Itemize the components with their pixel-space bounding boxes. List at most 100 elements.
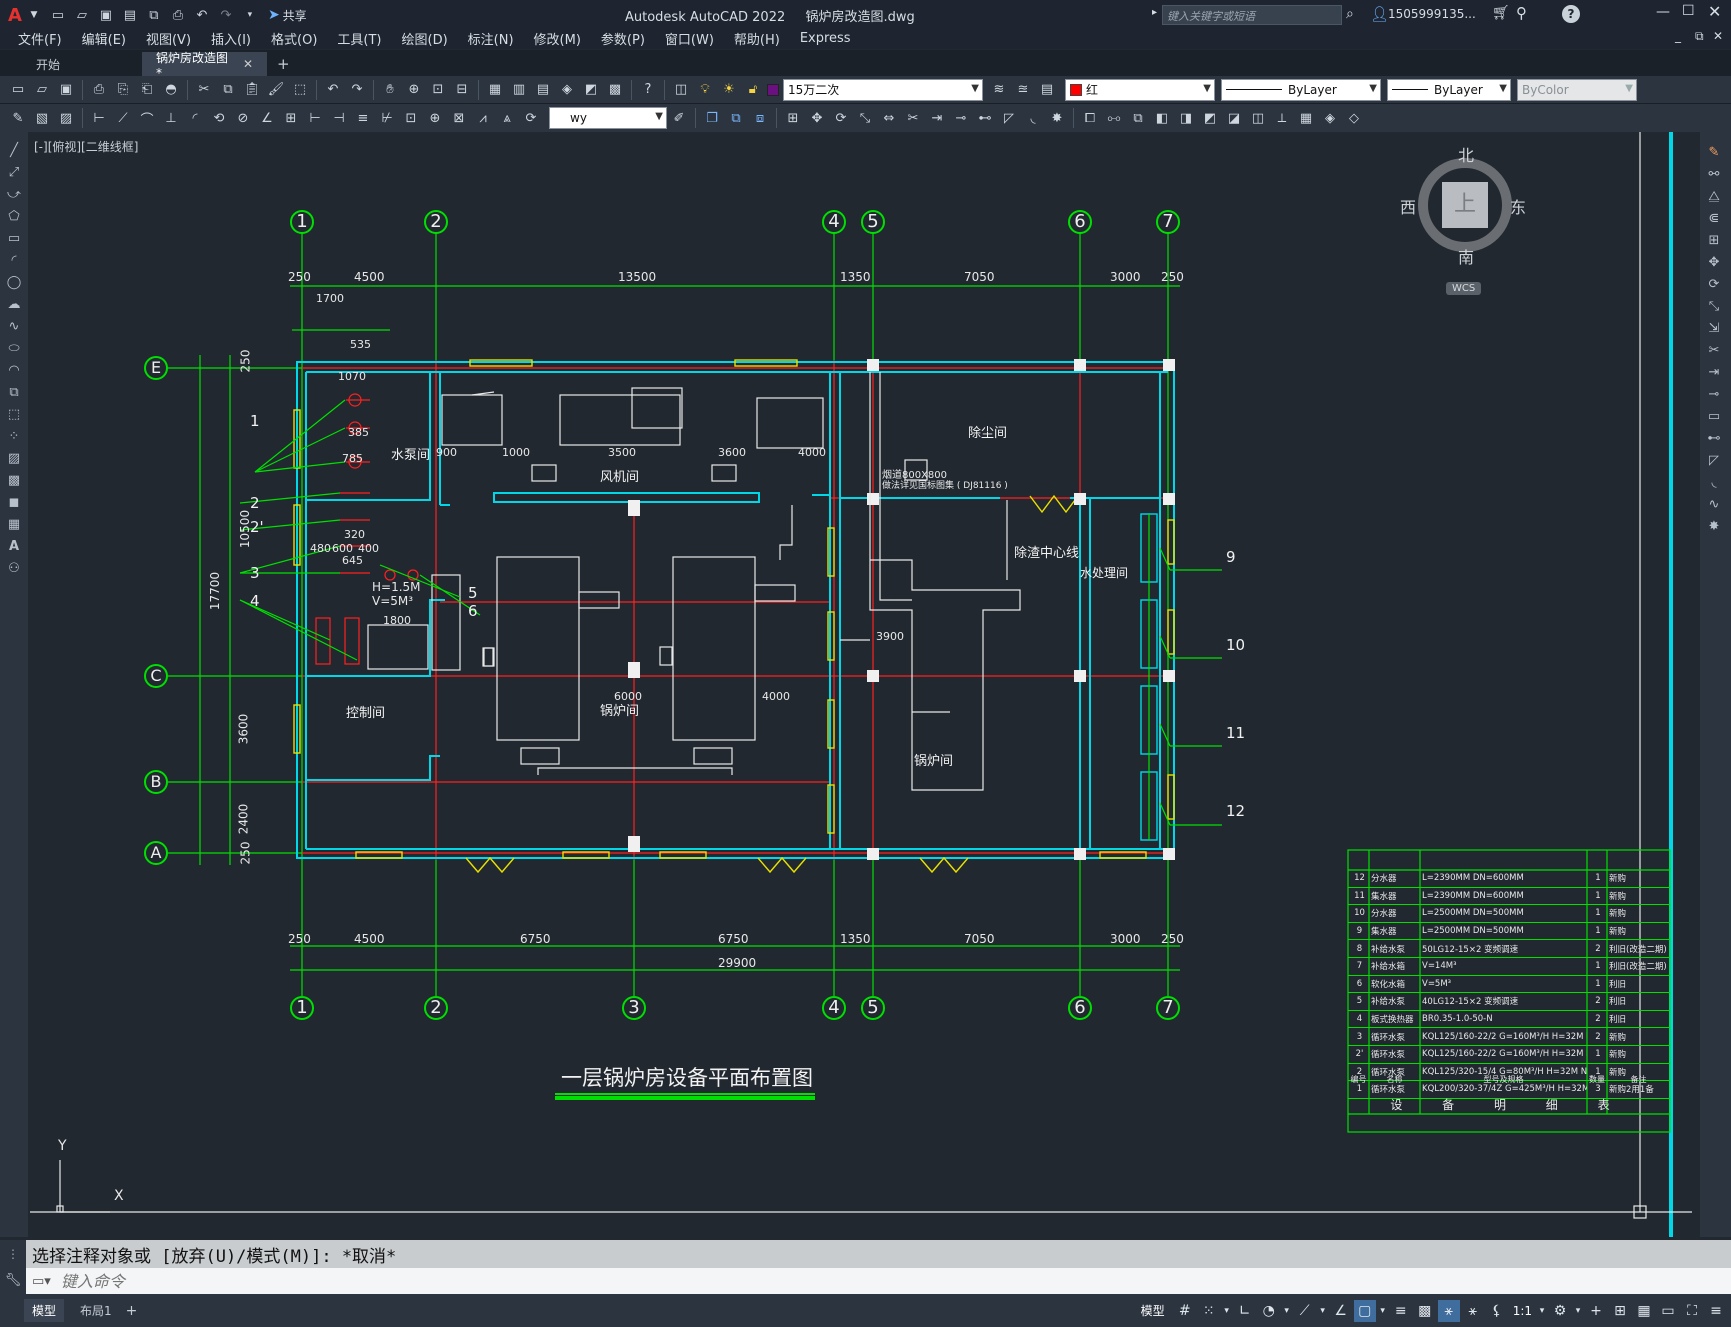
layout-tab-layout1[interactable]: 布局1 <box>72 1299 120 1322</box>
chamfer-tool-icon[interactable]: ◸ <box>1700 450 1728 470</box>
draw-order-icon[interactable]: ⧉ <box>1128 108 1148 128</box>
text-style-manager-icon[interactable]: ✐ <box>669 108 689 128</box>
dim-space-icon[interactable]: ≡ <box>353 108 373 128</box>
edit-attr-icon[interactable]: ▧ <box>32 108 52 128</box>
3d-print-icon[interactable]: ◓ <box>161 80 181 100</box>
color-dropdown[interactable]: 红 ▼ <box>1065 78 1215 101</box>
close-button[interactable]: ✕ <box>1708 2 1721 21</box>
join-tool-icon[interactable]: ⊷ <box>1700 428 1728 448</box>
menu-draw[interactable]: 绘图(D) <box>392 29 458 48</box>
list-icon[interactable]: ▦ <box>1296 108 1316 128</box>
point-icon[interactable]: ⁘ <box>0 426 28 446</box>
transparency-icon[interactable]: ▩ <box>1414 1300 1436 1322</box>
make-current-icon[interactable]: ≋ <box>989 80 1009 100</box>
offset-tool-icon[interactable]: ⋐ <box>1700 208 1728 228</box>
dim-diameter-icon[interactable]: ⊘ <box>233 108 253 128</box>
match-prop-icon[interactable]: 🖌︎ <box>266 80 286 100</box>
share-button[interactable]: ➤ 共享 <box>268 7 307 24</box>
rotate-icon[interactable]: ⟳ <box>831 108 851 128</box>
unisolate-icon[interactable]: ◫ <box>1248 108 1268 128</box>
array-icon[interactable]: ⊞ <box>783 108 803 128</box>
ellipse-arc-icon[interactable]: ◠ <box>0 360 28 380</box>
autocad-logo-icon[interactable]: A <box>8 5 22 26</box>
viewcube-top-face[interactable]: 上 <box>1442 182 1488 228</box>
paste-icon[interactable]: 📋︎ <box>242 80 262 100</box>
menu-insert[interactable]: 插入(I) <box>201 29 261 48</box>
cart-icon[interactable]: 🛒︎ <box>1492 5 1510 21</box>
menu-tools[interactable]: 工具(T) <box>327 29 391 48</box>
menu-parametric[interactable]: 参数(P) <box>591 29 655 48</box>
tab-start[interactable]: 开始 <box>22 52 142 76</box>
markup-icon[interactable]: ◩ <box>581 80 601 100</box>
publish-icon[interactable]: ⎗ <box>137 80 157 100</box>
layer-previous-icon[interactable]: ≊ <box>1013 80 1033 100</box>
search-box[interactable]: 键入关键字或短语 <box>1162 5 1342 25</box>
pan-icon[interactable]: ✋︎ <box>380 80 400 100</box>
qat-dropdown-icon[interactable]: ▾ <box>240 5 260 25</box>
search-icon[interactable]: ⌕ <box>1346 6 1354 22</box>
save-icon[interactable]: ▣ <box>96 5 116 25</box>
fillet-tool-icon[interactable]: ◟ <box>1700 472 1728 492</box>
plot-icon[interactable]: ⎙ <box>89 80 109 100</box>
region-icon[interactable]: ◼ <box>0 492 28 512</box>
user-name[interactable]: 1505999135... <box>1388 7 1476 21</box>
properties-icon[interactable]: ▦ <box>485 80 505 100</box>
tolerance-icon[interactable]: ⊡ <box>401 108 421 128</box>
scale-icon[interactable]: ⤡ <box>855 108 875 128</box>
redo-icon[interactable]: ↷ <box>216 5 236 25</box>
help-button[interactable]: ? <box>1562 5 1580 23</box>
copy-tool-icon[interactable]: ⚯ <box>1700 164 1728 184</box>
chevron-down-icon[interactable]: ▾ <box>1378 1300 1388 1322</box>
snap-icon[interactable]: ⁙ <box>1198 1300 1220 1322</box>
undo-icon[interactable]: ↶ <box>192 5 212 25</box>
ortho-icon[interactable]: ∟ <box>1234 1300 1256 1322</box>
hatch-icon[interactable]: ▨ <box>0 448 28 468</box>
linetype-dropdown[interactable]: ByLayer ▼ <box>1221 78 1381 101</box>
customization-icon[interactable]: ≡ <box>1705 1300 1727 1322</box>
group-icon[interactable]: ⧠ <box>1080 108 1100 128</box>
add-layout-icon[interactable]: + <box>126 1303 138 1319</box>
edit-text-icon[interactable]: ✎ <box>8 108 28 128</box>
osnap-icon[interactable]: ▢ <box>1353 1299 1376 1322</box>
chamfer-icon[interactable]: ◸ <box>999 108 1019 128</box>
qsave-icon[interactable]: ▣ <box>56 80 76 100</box>
center-mark-icon[interactable]: ⊕ <box>425 108 445 128</box>
circle-icon[interactable]: ◯ <box>0 272 28 292</box>
customize-icon[interactable]: 🔧︎ <box>0 1268 26 1294</box>
hide-icon[interactable]: ◪ <box>1224 108 1244 128</box>
layer-props-icon[interactable]: ◫ <box>671 80 691 100</box>
zoom-previous-icon[interactable]: ⊟ <box>452 80 472 100</box>
trim-icon[interactable]: ✂ <box>903 108 923 128</box>
trim-tool-icon[interactable]: ✂ <box>1700 340 1728 360</box>
redo-tb-icon[interactable]: ↷ <box>347 80 367 100</box>
break-tool-icon[interactable]: ▭ <box>1700 406 1728 426</box>
isodraft-icon[interactable]: ⟋ <box>1294 1300 1316 1322</box>
wcs-menu[interactable]: WCS <box>1446 282 1482 295</box>
layer-thaw-icon[interactable]: ☀ <box>719 80 739 100</box>
new-file-icon[interactable]: ▭ <box>48 5 68 25</box>
layer-dropdown[interactable]: 15万二次 ▼ <box>783 78 983 101</box>
cut-icon[interactable]: ✂ <box>194 80 214 100</box>
search-expand-icon[interactable]: ▸ <box>1152 7 1157 18</box>
construction-line-icon[interactable]: ⤢ <box>0 162 28 182</box>
lineweight-dropdown[interactable]: ByLayer ▼ <box>1387 78 1511 101</box>
id-point-icon[interactable]: ◈ <box>1320 108 1340 128</box>
add-selected-icon[interactable]: ⚇ <box>0 558 28 578</box>
doc-close-button[interactable]: ✕ <box>1713 29 1723 43</box>
command-input[interactable] <box>60 1271 1561 1291</box>
qnew-icon[interactable]: ▭ <box>8 80 28 100</box>
print-icon[interactable]: ⎙ <box>168 5 188 25</box>
dim-baseline-icon[interactable]: ⊢ <box>305 108 325 128</box>
zoom-realtime-icon[interactable]: ⊕ <box>404 80 424 100</box>
command-grip-icon[interactable]: ⋮ <box>0 1240 26 1268</box>
auto-scale-icon[interactable]: ⚹ <box>1462 1300 1484 1322</box>
dim-ordinate-icon[interactable]: ⊥ <box>161 108 181 128</box>
tab-close-icon[interactable]: ✕ <box>243 57 253 71</box>
dim-continue-icon[interactable]: ⊣ <box>329 108 349 128</box>
block-editor-icon[interactable]: ⬚ <box>290 80 310 100</box>
break-icon[interactable]: ⊸ <box>951 108 971 128</box>
rectangle-icon[interactable]: ▭ <box>0 228 28 248</box>
lineweight-icon[interactable]: ≡ <box>1390 1300 1412 1322</box>
offset-icon[interactable]: ⧈ <box>750 108 770 128</box>
isolate-icon[interactable]: ◩ <box>1200 108 1220 128</box>
